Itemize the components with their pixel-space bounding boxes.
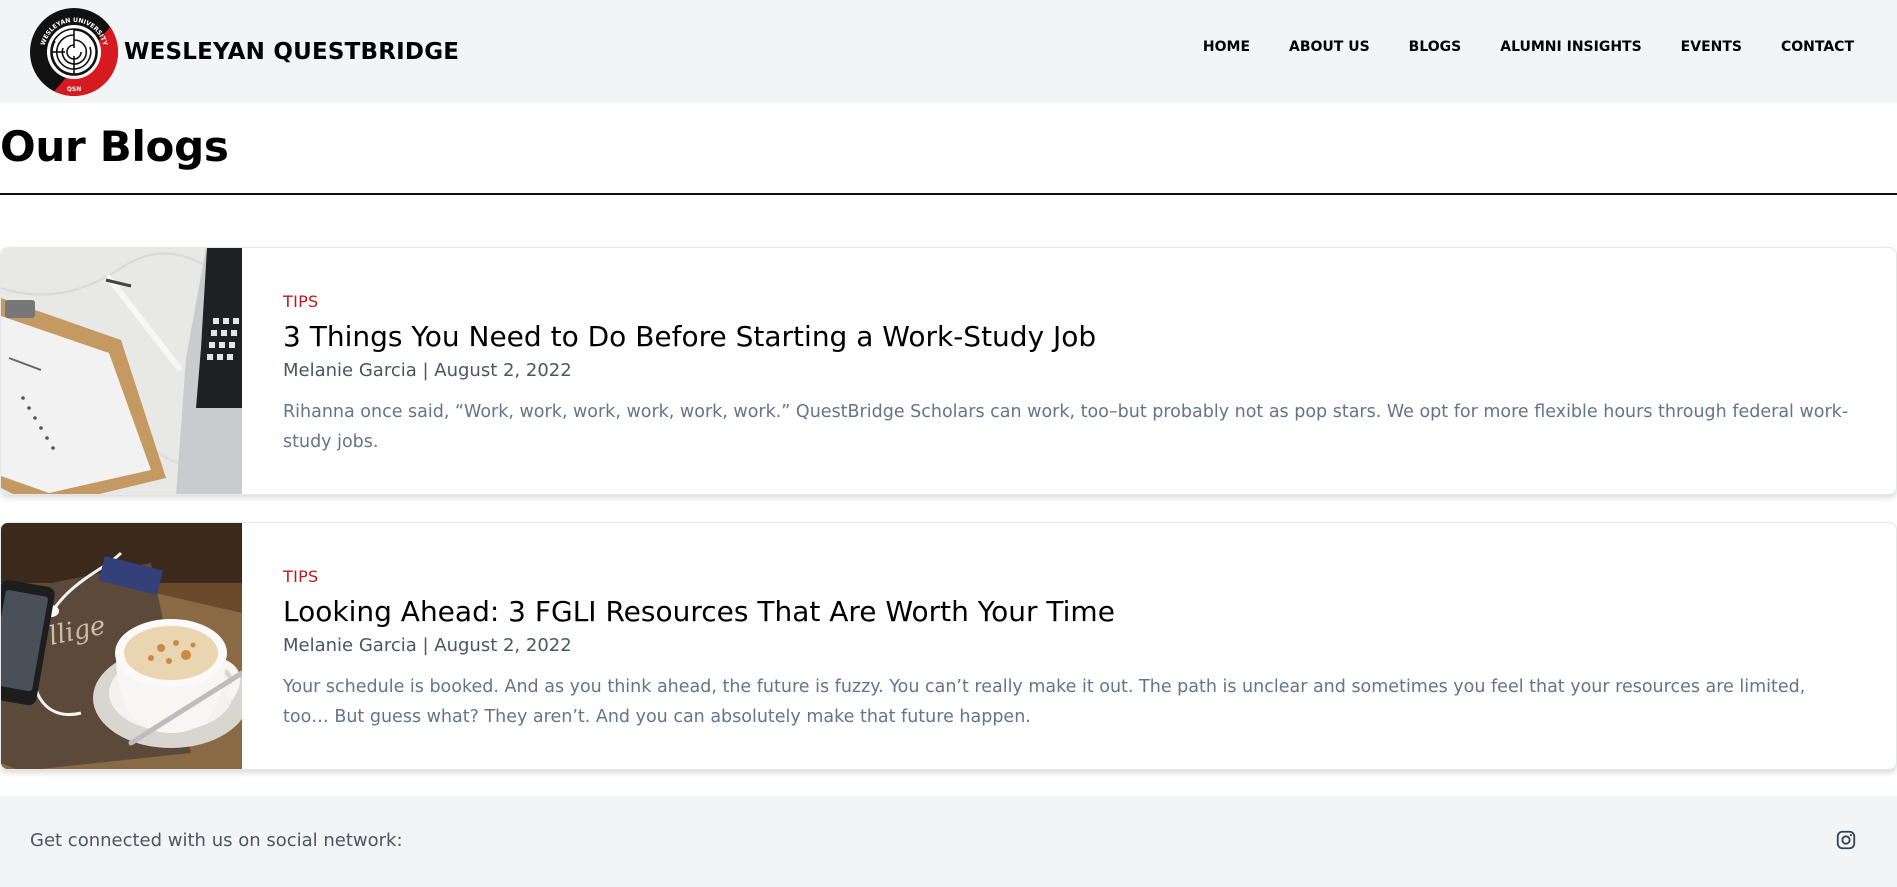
footer-social-text: Get connected with us on social network: (30, 830, 403, 851)
post-category[interactable]: TIPS (283, 567, 1851, 586)
post-meta: Melanie Garcia | August 2, 2022 (283, 359, 572, 381)
brand-name[interactable]: WESLEYAN QUESTBRIDGE (124, 39, 459, 65)
page-title: Our Blogs (0, 122, 229, 171)
blog-card[interactable]: llige TIPS Looking Ahead: 3 FGLI Resourc… (0, 522, 1897, 770)
site-header: WESLEYAN UNIVERSITY QSN WESLEYAN QUESTBR… (0, 0, 1897, 103)
post-excerpt: Rihanna once said, “Work, work, work, wo… (283, 401, 1849, 452)
wesleyan-questbridge-logo: WESLEYAN UNIVERSITY QSN (30, 8, 118, 96)
blog-thumbnail-clipboard[interactable] (1, 248, 242, 494)
logo-bottom-text: QSN (67, 86, 81, 93)
post-title[interactable]: Looking Ahead: 3 FGLI Resources That Are… (283, 595, 1851, 629)
post-meta: Melanie Garcia | August 2, 2022 (283, 634, 572, 656)
nav-events[interactable]: EVENTS (1681, 39, 1742, 55)
nav-blogs[interactable]: BLOGS (1409, 39, 1462, 55)
nav-contact[interactable]: CONTACT (1781, 39, 1854, 55)
title-divider (0, 193, 1897, 195)
instagram-icon[interactable] (1835, 829, 1857, 851)
post-title[interactable]: 3 Things You Need to Do Before Starting … (283, 320, 1851, 354)
nav-alumni-insights[interactable]: ALUMNI INSIGHTS (1500, 39, 1641, 55)
site-footer: Get connected with us on social network: (0, 796, 1897, 887)
main-nav: HOME ABOUT US BLOGS ALUMNI INSIGHTS EVEN… (1203, 39, 1854, 55)
blog-card[interactable]: TIPS 3 Things You Need to Do Before Star… (0, 247, 1897, 495)
blog-card-body: TIPS Looking Ahead: 3 FGLI Resources Tha… (283, 567, 1851, 732)
nav-about-us[interactable]: ABOUT US (1289, 39, 1370, 55)
post-excerpt: Your schedule is booked. And as you thin… (283, 676, 1806, 727)
brand[interactable]: WESLEYAN UNIVERSITY QSN WESLEYAN QUESTBR… (30, 6, 459, 98)
post-category[interactable]: TIPS (283, 292, 1851, 311)
nav-home[interactable]: HOME (1203, 39, 1250, 55)
blog-thumbnail-coffee[interactable]: llige (1, 523, 242, 769)
blog-card-body: TIPS 3 Things You Need to Do Before Star… (283, 292, 1851, 457)
